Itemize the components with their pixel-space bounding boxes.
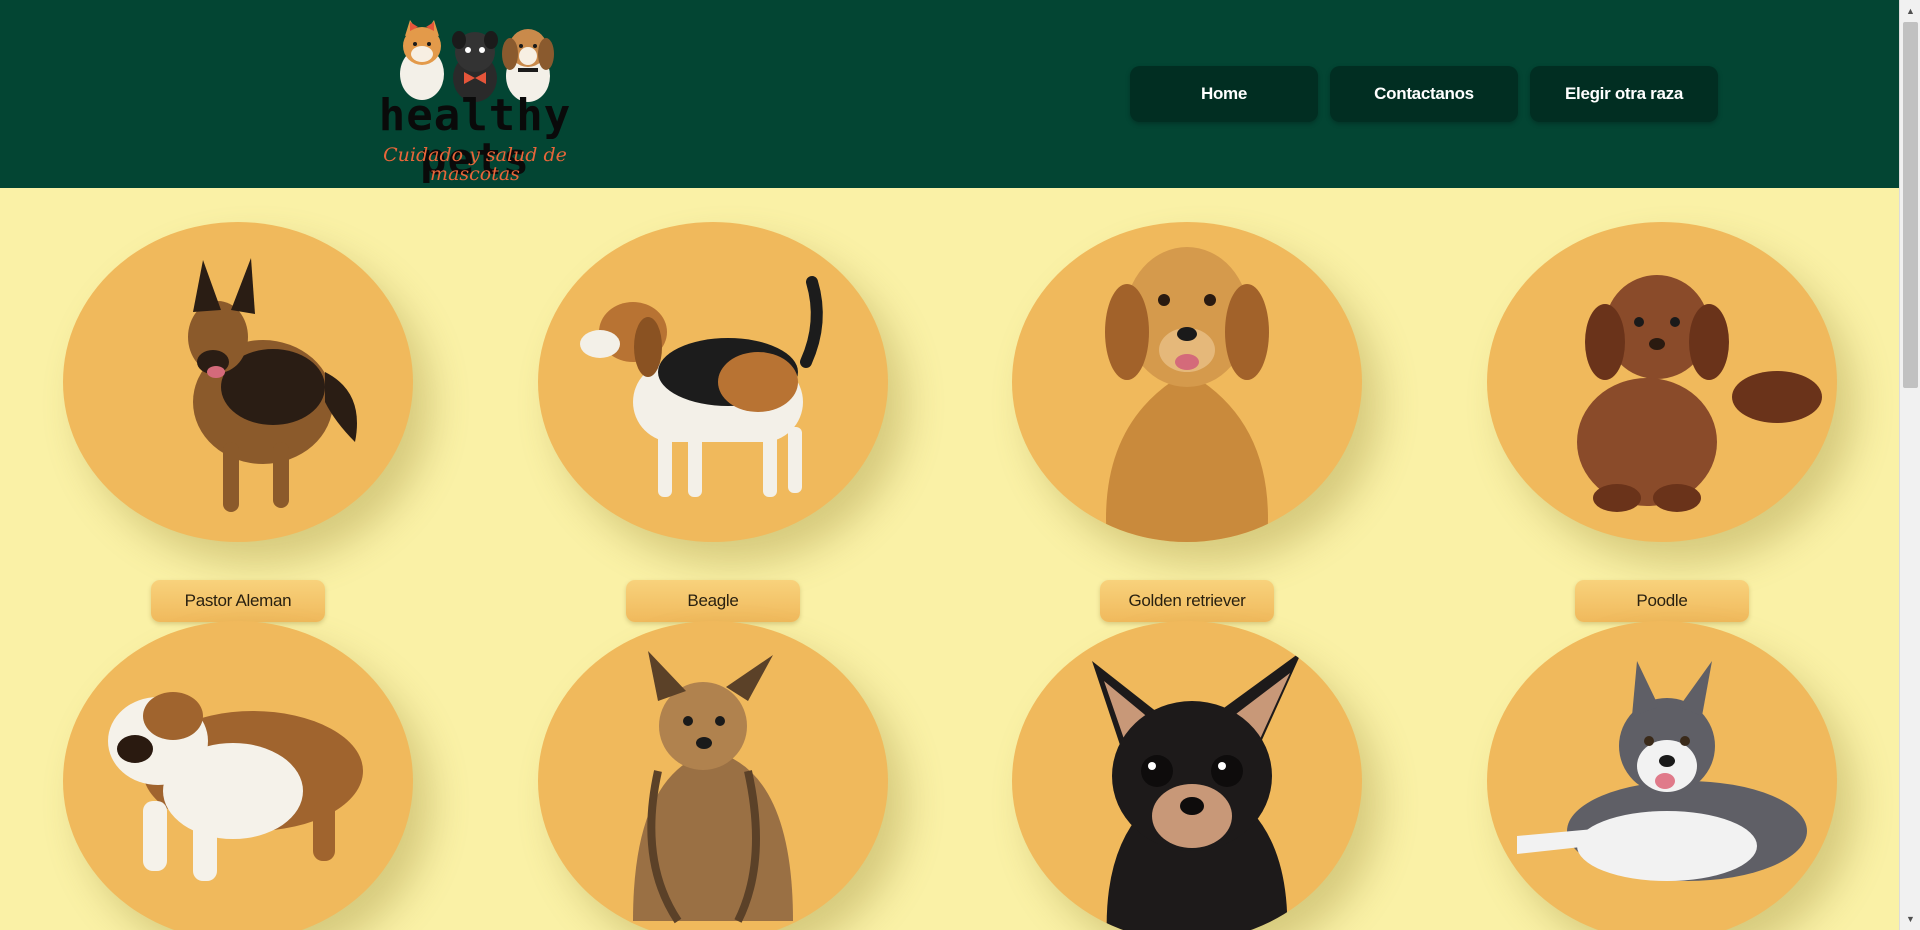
husky-icon <box>1517 661 1807 881</box>
breed-button[interactable]: Poodle <box>1575 580 1749 622</box>
poodle-icon <box>1577 275 1822 512</box>
breed-button[interactable]: Beagle <box>626 580 800 622</box>
chihuahua-icon <box>1092 651 1302 930</box>
scroll-thumb[interactable] <box>1903 22 1918 388</box>
breed-image[interactable] <box>1487 222 1837 542</box>
beagle-icon <box>580 276 823 497</box>
yorkshire-icon <box>633 651 793 924</box>
breed-button[interactable]: Golden retriever <box>1100 580 1274 622</box>
scroll-down-icon[interactable]: ▼ <box>1900 910 1920 928</box>
breed-image[interactable] <box>1487 621 1837 930</box>
bulldog-icon <box>108 692 363 881</box>
breed-image[interactable] <box>1012 621 1362 930</box>
page: healthy pets Cuidado y salud de mascotas… <box>0 0 1899 930</box>
breed-image[interactable] <box>538 621 888 930</box>
breed-button[interactable]: Pastor Aleman <box>151 580 325 622</box>
german-shepherd-icon <box>188 258 357 512</box>
page-scrollbar[interactable]: ▲ ▼ <box>1899 0 1920 930</box>
golden-retriever-icon <box>1105 247 1269 542</box>
main-nav: Home Contactanos Elegir otra raza <box>1130 66 1718 122</box>
breed-image[interactable] <box>1012 222 1362 542</box>
brand-logo[interactable]: healthy pets Cuidado y salud de mascotas <box>340 16 610 184</box>
site-header: healthy pets Cuidado y salud de mascotas… <box>0 0 1899 188</box>
brand-tagline: Cuidado y salud de mascotas <box>383 144 567 185</box>
breed-image[interactable] <box>63 222 413 542</box>
breed-grid: Pastor Aleman Beagle Golden retriever Po… <box>0 188 1899 930</box>
nav-home-button[interactable]: Home <box>1130 66 1318 122</box>
nav-contact-button[interactable]: Contactanos <box>1330 66 1518 122</box>
scroll-up-icon[interactable]: ▲ <box>1900 2 1920 20</box>
breed-image[interactable] <box>63 621 413 930</box>
breed-image[interactable] <box>538 222 888 542</box>
nav-choose-breed-button[interactable]: Elegir otra raza <box>1530 66 1718 122</box>
